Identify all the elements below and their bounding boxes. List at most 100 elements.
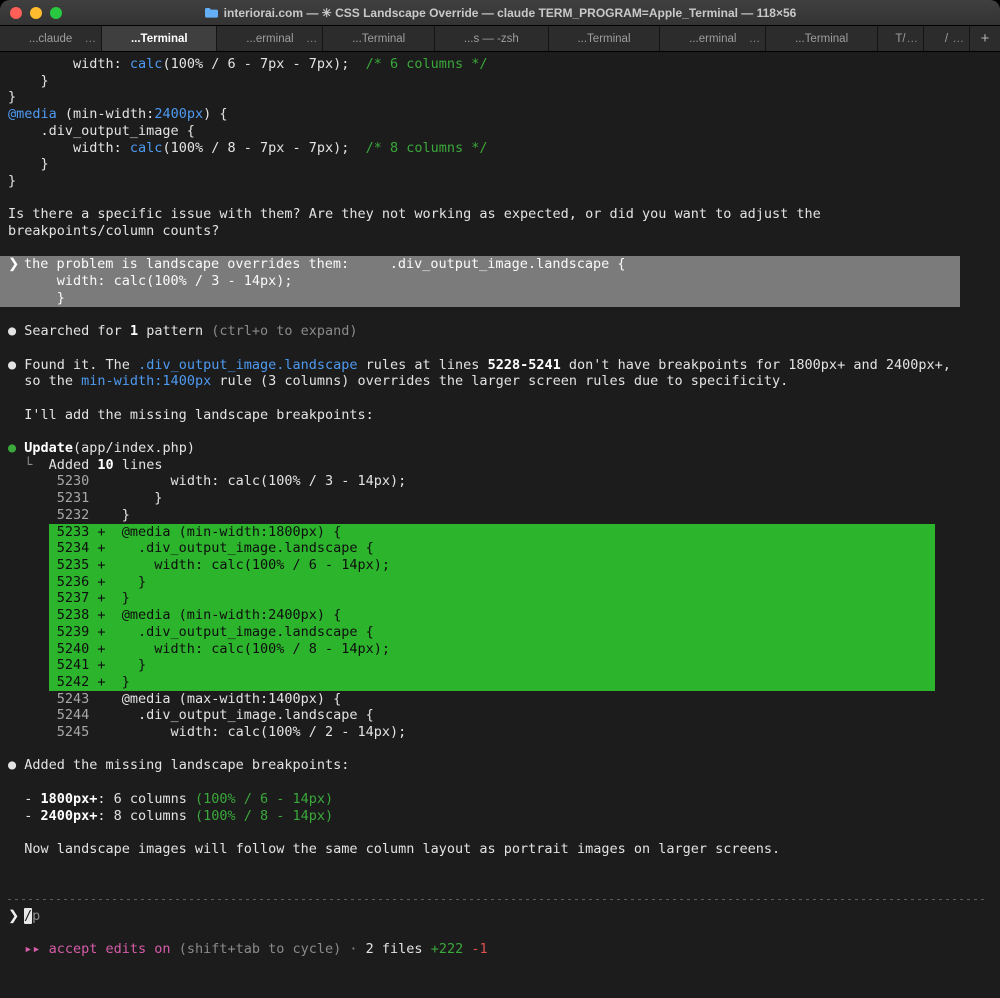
user-message-line: width: calc(100% / 3 - 14px); bbox=[0, 273, 960, 290]
tab[interactable]: ...erminal … bbox=[217, 26, 324, 51]
text-segment: (100% / 6 - 7px - 7px); bbox=[162, 56, 366, 72]
text-segment: breakpoints/column counts? bbox=[8, 223, 220, 240]
text-segment: width: bbox=[8, 139, 130, 156]
new-tab-button[interactable]: + bbox=[969, 26, 1000, 51]
text-segment: rules at lines bbox=[357, 356, 488, 373]
text-segment bbox=[8, 941, 24, 957]
user-message-line: ❯ the problem is landscape overrides the… bbox=[0, 256, 960, 274]
text-segment: calc bbox=[129, 139, 163, 156]
text-segment: 1800px+ bbox=[40, 790, 98, 807]
text-segment: (100% / 8 - 7px - 7px); bbox=[162, 139, 366, 156]
text-segment: so the bbox=[8, 373, 82, 390]
text-segment: 10 bbox=[97, 456, 114, 473]
minimize-window-button[interactable] bbox=[30, 6, 42, 19]
text-segment: 2400px+ bbox=[885, 356, 943, 373]
text-segment: 2 files bbox=[365, 941, 431, 958]
text-segment: - bbox=[8, 790, 41, 807]
text-segment: I'll add the missing landscape breakpoin… bbox=[8, 406, 374, 423]
tab-overflow-indicator: … bbox=[305, 32, 318, 45]
diff-added-line: 5242 + } bbox=[8, 673, 1000, 691]
text-segment: - bbox=[8, 807, 41, 824]
terminal-output[interactable]: width: calc(100% / 6 - 7px - 7px); /* 6 … bbox=[0, 52, 1000, 998]
tab-active[interactable]: ...Terminal bbox=[102, 26, 218, 51]
tab-label: ...Terminal bbox=[130, 32, 188, 45]
close-window-button[interactable] bbox=[10, 6, 22, 19]
text-segment: (ctrl+o to expand) bbox=[211, 323, 358, 340]
command-input-line[interactable]: ❯ /p bbox=[8, 907, 1000, 925]
text-segment: and bbox=[845, 356, 886, 373]
tab-label: ...Terminal bbox=[577, 32, 631, 45]
text-segment: 5228-5241 bbox=[487, 356, 561, 373]
text-segment: (100% / 8 - 14px) bbox=[194, 807, 334, 824]
tab-label: T/ bbox=[895, 32, 906, 45]
text-segment: +222 bbox=[430, 941, 464, 958]
tab[interactable]: ...s — -zsh bbox=[435, 26, 549, 51]
tab[interactable]: /… bbox=[923, 26, 970, 51]
text-segment: (100% / 6 - 14px) bbox=[194, 790, 334, 807]
tab[interactable]: ...Terminal bbox=[766, 26, 878, 51]
terminal-line: 5243 @media (max-width:1400px) { bbox=[8, 691, 1000, 708]
tab-label: ...s — -zsh bbox=[463, 32, 519, 45]
text-segment: } bbox=[8, 89, 17, 106]
terminal-line: ● Update(app/index.php) bbox=[8, 440, 1000, 457]
title-bar[interactable]: interiorai.com — ✳ CSS Landscape Overrid… bbox=[0, 0, 1000, 26]
diff-added-line: 5237 + } bbox=[8, 590, 1000, 608]
tab-label: ...erminal bbox=[246, 32, 294, 45]
terminal-line: } bbox=[8, 156, 1000, 173]
tab-label: ...Terminal bbox=[352, 32, 406, 45]
tab-overflow-indicator: … bbox=[748, 32, 761, 45]
text-segment: } bbox=[89, 506, 130, 523]
window-controls bbox=[10, 0, 62, 25]
text-segment: 5245 bbox=[8, 724, 90, 741]
terminal-line: I'll add the missing landscape breakpoin… bbox=[8, 407, 1000, 424]
text-segment: Update bbox=[24, 440, 74, 457]
tab[interactable]: ...Terminal bbox=[548, 26, 661, 51]
text-segment: don't have breakpoints for bbox=[560, 356, 789, 373]
terminal-line: 5232 } bbox=[8, 507, 1000, 524]
terminal-line: ● Found it. The .div_output_image.landsc… bbox=[8, 357, 1000, 374]
text-segment: Added bbox=[48, 456, 98, 473]
text-cursor: / bbox=[24, 907, 33, 924]
text-segment: the problem is landscape overrides them:… bbox=[24, 256, 626, 273]
text-segment: 2400px+ bbox=[40, 807, 98, 824]
diff-added-text: 5239 + .div_output_image.landscape { bbox=[48, 623, 935, 641]
tab[interactable]: ...Terminal bbox=[323, 26, 436, 51]
text-segment: 5231 bbox=[8, 490, 90, 507]
text-segment: } bbox=[8, 172, 17, 189]
diff-added-text: 5237 + } bbox=[48, 590, 935, 608]
diff-added-text: 5240 + width: calc(100% / 8 - 14px); bbox=[48, 640, 935, 658]
tab[interactable]: ...erminal… bbox=[660, 26, 767, 51]
diff-added-line: 5234 + .div_output_image.landscape { bbox=[8, 540, 1000, 557]
text-segment: └ bbox=[8, 456, 49, 473]
user-message-line: } bbox=[0, 289, 960, 307]
text-segment: Now landscape images will follow the sam… bbox=[8, 840, 781, 857]
input-separator bbox=[8, 891, 1000, 908]
zoom-window-button[interactable] bbox=[50, 6, 62, 19]
text-segment: ❯ bbox=[8, 256, 25, 273]
text-segment: (min-width: bbox=[56, 106, 155, 123]
tab[interactable]: T/… bbox=[877, 26, 924, 51]
status-line: ▸▸ accept edits on (shift+tab to cycle) … bbox=[8, 941, 1000, 958]
text-segment: } bbox=[8, 289, 65, 306]
tab[interactable]: ...claude… bbox=[0, 26, 103, 51]
terminal-line: Now landscape images will follow the sam… bbox=[8, 841, 1000, 858]
folder-icon bbox=[204, 8, 218, 18]
diff-added-text: 5234 + .div_output_image.landscape { bbox=[48, 540, 935, 557]
tab-overflow-indicator: … bbox=[84, 32, 97, 45]
text-segment: calc bbox=[129, 56, 163, 72]
diff-added-line: 5235 + width: calc(100% / 6 - 14px); bbox=[8, 557, 1000, 574]
text-segment: -1 bbox=[471, 941, 488, 958]
text-segment: } bbox=[89, 490, 163, 507]
text-segment: (app/index.php) bbox=[73, 440, 195, 457]
tab-label: / bbox=[944, 32, 949, 45]
text-segment: ❯ bbox=[8, 907, 25, 924]
text-segment: /* 8 columns */ bbox=[365, 139, 488, 156]
text-segment: ● bbox=[8, 757, 25, 774]
text-segment: } bbox=[8, 72, 49, 89]
text-segment: Searched for bbox=[24, 323, 130, 340]
